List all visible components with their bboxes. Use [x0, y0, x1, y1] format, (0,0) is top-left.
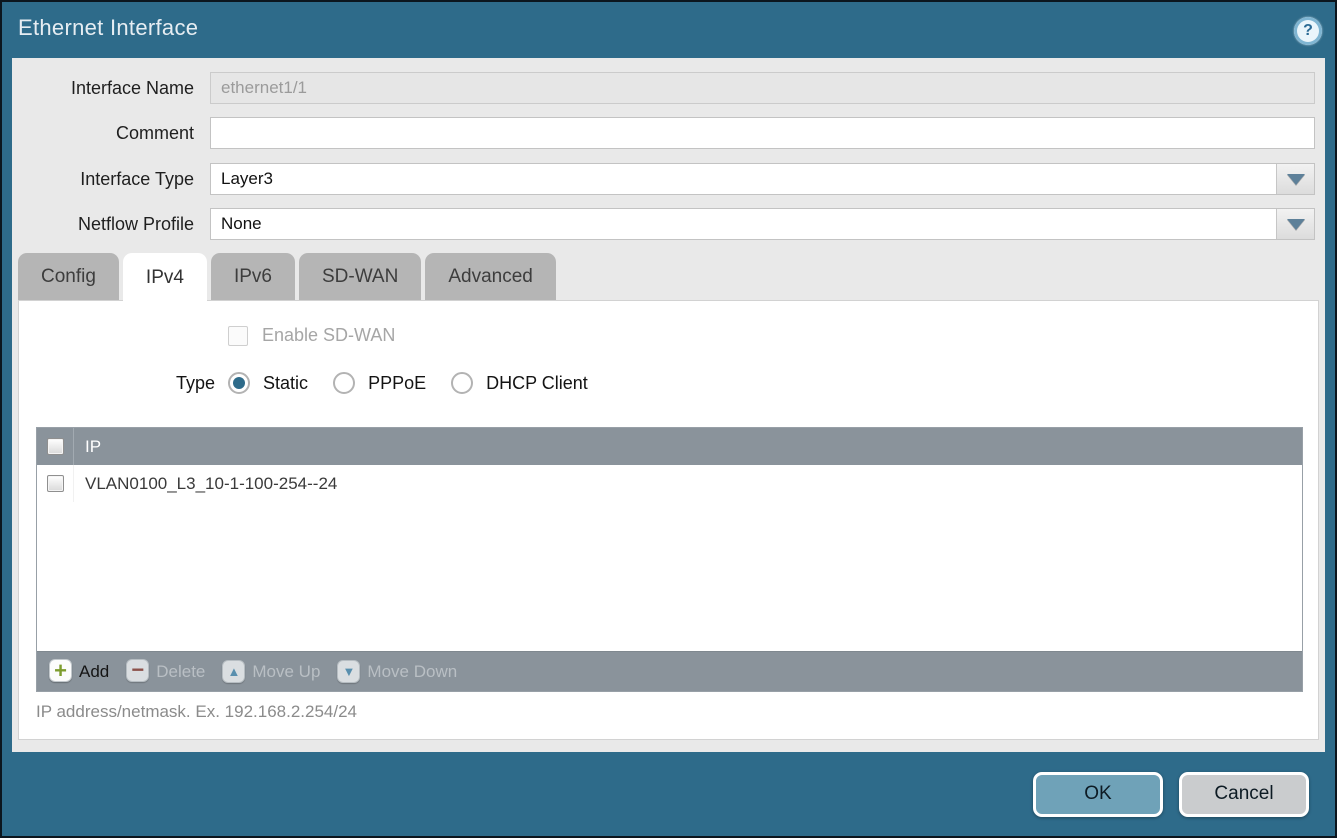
- move-down-button: ▼ Move Down: [333, 660, 461, 683]
- ip-column-header: IP: [74, 437, 101, 457]
- comment-input[interactable]: [221, 118, 1304, 148]
- ip-format-hint: IP address/netmask. Ex. 192.168.2.254/24: [36, 702, 357, 722]
- netflow-profile-value: None: [221, 214, 262, 234]
- ip-table-header: IP: [37, 428, 1302, 465]
- ethernet-interface-dialog: Ethernet Interface ? Interface Name Comm…: [0, 0, 1337, 838]
- plus-icon: +: [49, 659, 72, 682]
- comment-field[interactable]: [210, 117, 1315, 149]
- type-radio-group: Type Static PPPoE DHCP Client: [176, 370, 588, 396]
- netflow-dropdown-button[interactable]: [1276, 209, 1314, 239]
- comment-label: Comment: [12, 117, 202, 149]
- cancel-button[interactable]: Cancel: [1179, 772, 1309, 817]
- ip-table-toolbar: + Add − Delete ▲ Move Up ▼ Move Down: [37, 651, 1302, 691]
- chevron-down-icon: [1287, 174, 1305, 185]
- radio-dot: [456, 377, 468, 389]
- enable-sdwan-checkbox: [228, 326, 248, 346]
- delete-button-label: Delete: [156, 662, 205, 682]
- tab-config[interactable]: Config: [18, 253, 119, 300]
- title-bar: Ethernet Interface ?: [2, 2, 1335, 58]
- row-ip-value: VLAN0100_L3_10-1-100-254--24: [74, 474, 337, 494]
- dialog-content: Interface Name Comment Interface Type La…: [12, 58, 1325, 752]
- ip-table: IP VLAN0100_L3_10-1-100-254--24 + Add: [36, 427, 1303, 692]
- help-icon[interactable]: ?: [1294, 17, 1322, 45]
- delete-button: − Delete: [122, 662, 209, 682]
- chevron-down-icon: [1287, 219, 1305, 230]
- minus-icon: −: [126, 659, 149, 682]
- add-button[interactable]: + Add: [45, 661, 113, 682]
- radio-static[interactable]: [228, 372, 250, 394]
- add-button-label: Add: [79, 662, 109, 682]
- radio-pppoe-label: PPPoE: [368, 373, 426, 394]
- tab-advanced[interactable]: Advanced: [425, 253, 556, 300]
- ip-table-body: VLAN0100_L3_10-1-100-254--24: [37, 465, 1302, 651]
- radio-dot: [233, 377, 245, 389]
- dialog-title: Ethernet Interface: [18, 15, 198, 41]
- radio-dhcp-client[interactable]: [451, 372, 473, 394]
- arrow-down-icon: ▼: [337, 660, 360, 683]
- move-up-button-label: Move Up: [252, 662, 320, 682]
- radio-dhcp-client-label: DHCP Client: [486, 373, 588, 394]
- interface-name-label: Interface Name: [12, 72, 202, 104]
- row-checkbox-cell: [37, 465, 74, 502]
- interface-type-label: Interface Type: [12, 163, 202, 195]
- radio-pppoe[interactable]: [333, 372, 355, 394]
- interface-type-value: Layer3: [221, 169, 273, 189]
- tab-ipv4[interactable]: IPv4: [123, 253, 207, 302]
- move-up-button: ▲ Move Up: [218, 660, 324, 683]
- interface-name-input: [221, 73, 1304, 103]
- radio-static-label: Static: [263, 373, 308, 394]
- tab-ipv6[interactable]: IPv6: [211, 253, 295, 300]
- type-label: Type: [176, 373, 215, 394]
- arrow-up-icon: ▲: [222, 660, 245, 683]
- netflow-profile-label: Netflow Profile: [12, 208, 202, 240]
- enable-sdwan-label: Enable SD-WAN: [262, 325, 395, 346]
- select-all-checkbox[interactable]: [47, 438, 64, 455]
- netflow-profile-select[interactable]: None: [210, 208, 1315, 240]
- ipv4-tab-panel: Enable SD-WAN Type Static PPPoE DHCP Cli…: [18, 300, 1319, 740]
- table-row[interactable]: VLAN0100_L3_10-1-100-254--24: [37, 465, 1302, 502]
- tab-sdwan[interactable]: SD-WAN: [299, 253, 421, 300]
- interface-type-dropdown-button[interactable]: [1276, 164, 1314, 194]
- enable-sdwan-row: Enable SD-WAN: [228, 325, 395, 346]
- interface-name-field: [210, 72, 1315, 104]
- row-checkbox[interactable]: [47, 475, 64, 492]
- move-down-button-label: Move Down: [367, 662, 457, 682]
- ok-button[interactable]: OK: [1033, 772, 1163, 817]
- radio-dot: [338, 377, 350, 389]
- tab-bar: Config IPv4 IPv6 SD-WAN Advanced: [18, 253, 556, 302]
- header-checkbox-cell: [37, 428, 74, 465]
- dialog-footer: OK Cancel: [2, 752, 1335, 836]
- interface-type-select[interactable]: Layer3: [210, 163, 1315, 195]
